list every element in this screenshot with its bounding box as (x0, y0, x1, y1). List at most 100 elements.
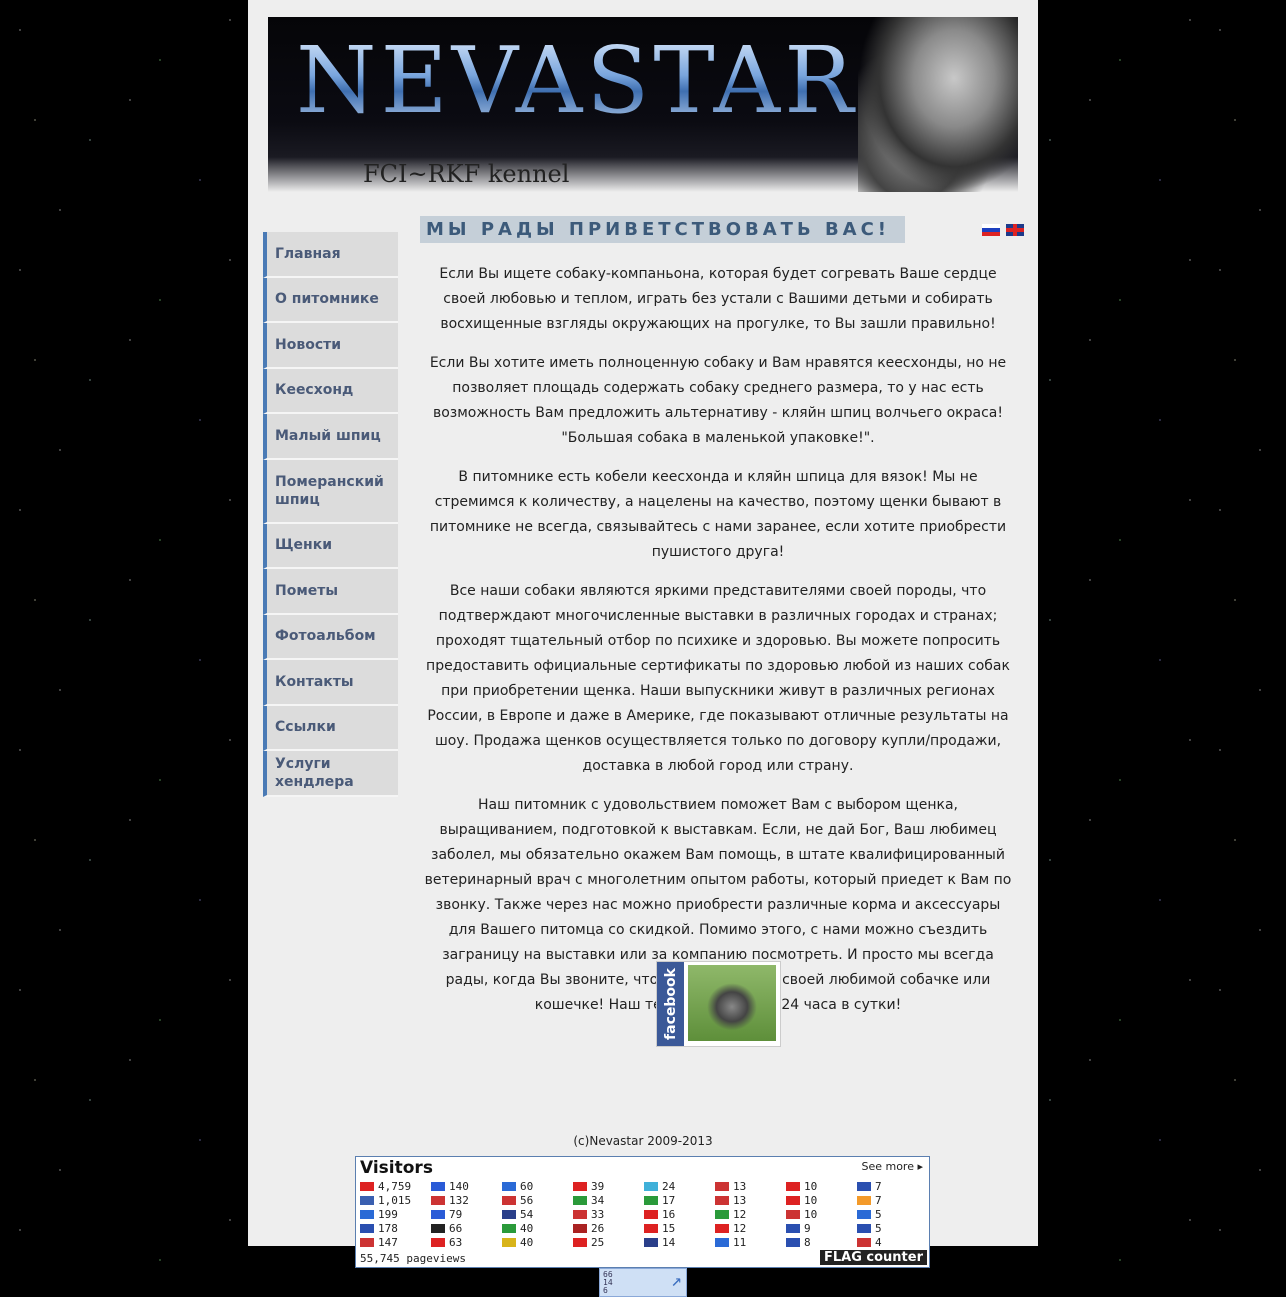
sidebar-item-links[interactable]: Ссылки (263, 705, 398, 751)
flag-counter-widget[interactable]: Visitors See more ▸ 4,759 140 60 39 24 13 10 7 1… (355, 1156, 930, 1268)
language-switcher (982, 224, 1024, 236)
counter-entry: 7 (857, 1179, 928, 1193)
sidebar-item-handler-services[interactable]: Услуги хендлера (263, 751, 398, 797)
counter-entry: 15 (644, 1221, 715, 1235)
main-content: Если Вы ищете собаку-компаньона, которая… (420, 262, 1016, 1032)
visitor-count: 66 (449, 1221, 463, 1235)
pageviews-count: 55,745 pageviews (360, 1252, 466, 1265)
country-flag-icon (502, 1209, 516, 1219)
facebook-badge[interactable]: facebook (656, 961, 781, 1047)
visitor-count: 5 (875, 1207, 882, 1221)
visitor-count: 12 (733, 1221, 747, 1235)
counter-entry: 40 (502, 1221, 573, 1235)
sidebar-item-photo-album[interactable]: Фотоальбом (263, 614, 398, 660)
visitor-count: 56 (520, 1193, 534, 1207)
country-flag-icon (644, 1181, 658, 1191)
see-more-link[interactable]: See more ▸ (861, 1160, 923, 1173)
country-flag-icon (502, 1223, 516, 1233)
country-flag-icon (573, 1237, 587, 1247)
country-flag-icon (360, 1237, 374, 1247)
country-flag-icon (715, 1209, 729, 1219)
country-flag-icon (715, 1223, 729, 1233)
counter-entry: 60 (502, 1179, 573, 1193)
counter-entry: 25 (573, 1235, 644, 1249)
counter-entry: 4,759 (360, 1179, 431, 1193)
counter-entry: 199 (360, 1207, 431, 1221)
sidebar-item-puppies[interactable]: Щенки (263, 523, 398, 569)
visitor-count: 147 (378, 1235, 398, 1249)
counter-entry: 63 (431, 1235, 502, 1249)
visitor-count: 79 (449, 1207, 463, 1221)
mini-counter-widget[interactable]: 66 14 6 ↗ (599, 1268, 687, 1297)
kennel-banner[interactable]: NEVASTAR FCI~RKF kennel (268, 17, 1018, 192)
country-flag-icon (431, 1237, 445, 1247)
country-flag-icon (644, 1237, 658, 1247)
visitor-count: 8 (804, 1235, 811, 1249)
counter-entry: 132 (431, 1193, 502, 1207)
visitor-count: 7 (875, 1179, 882, 1193)
paragraph-alternative: Если Вы хотите иметь полноценную собаку … (429, 355, 1007, 446)
country-flag-icon (431, 1209, 445, 1219)
counter-entry: 8 (786, 1235, 857, 1249)
visitor-count: 178 (378, 1221, 398, 1235)
counter-entry: 54 (502, 1207, 573, 1221)
visitor-count: 25 (591, 1235, 605, 1249)
country-flag-icon (431, 1223, 445, 1233)
sidebar-item-keeshond[interactable]: Кеесхонд (263, 368, 398, 414)
copyright: (c)Nevastar 2009-2013 (573, 1134, 713, 1148)
visitor-count: 14 (662, 1235, 676, 1249)
visitor-count: 10 (804, 1207, 818, 1221)
sidebar-item-pomeranian[interactable]: Померанский шпиц (263, 459, 398, 524)
counter-grid: 4,759 140 60 39 24 13 10 7 1,015 132 56 34 17 13 10 7 19… (360, 1179, 925, 1249)
country-flag-icon (573, 1195, 587, 1205)
country-flag-icon (360, 1209, 374, 1219)
sidebar-item-small-spitz[interactable]: Малый шпиц (263, 414, 398, 460)
sidebar-item-home[interactable]: Главная (263, 232, 398, 278)
flag-counter-logo: FLAG counter (819, 1250, 927, 1265)
counter-entry: 39 (573, 1179, 644, 1193)
welcome-heading: МЫ РАДЫ ПРИВЕТСТВОВАТЬ ВАС! (420, 216, 905, 243)
visitor-count: 40 (520, 1221, 534, 1235)
visitor-count: 40 (520, 1235, 534, 1249)
sidebar-item-about[interactable]: О питомнике (263, 277, 398, 323)
visitor-count: 11 (733, 1235, 747, 1249)
counter-entry: 24 (644, 1179, 715, 1193)
visitor-count: 4,759 (378, 1179, 412, 1193)
counter-entry: 10 (786, 1207, 857, 1221)
country-flag-icon (502, 1237, 516, 1247)
counter-entry: 13 (715, 1193, 786, 1207)
intro-paragraph: Если Вы ищете собаку-компаньона, которая… (439, 266, 997, 332)
sidebar-item-litters[interactable]: Пометы (263, 569, 398, 615)
visitor-count: 13 (733, 1179, 747, 1193)
counter-entry: 11 (715, 1235, 786, 1249)
counter-entry: 40 (502, 1235, 573, 1249)
counter-entry: 178 (360, 1221, 431, 1235)
country-flag-icon (360, 1223, 374, 1233)
arrow-icon: ↗ (671, 1270, 682, 1291)
counter-entry: 17 (644, 1193, 715, 1207)
counter-title: Visitors (360, 1158, 433, 1178)
counter-entry: 13 (715, 1179, 786, 1193)
counter-entry: 79 (431, 1207, 502, 1221)
country-flag-icon (857, 1195, 871, 1205)
country-flag-icon (857, 1181, 871, 1191)
counter-entry: 7 (857, 1193, 928, 1207)
english-flag-icon[interactable] (1006, 224, 1024, 236)
sidebar-item-contacts[interactable]: Контакты (263, 660, 398, 706)
counter-entry: 5 (857, 1207, 928, 1221)
counter-entry: 34 (573, 1193, 644, 1207)
country-flag-icon (857, 1209, 871, 1219)
banner-dogs-image (858, 17, 1018, 192)
visitor-count: 26 (591, 1221, 605, 1235)
visitor-count: 60 (520, 1179, 534, 1193)
visitor-count: 54 (520, 1207, 534, 1221)
sidebar-item-news[interactable]: Новости (263, 323, 398, 369)
banner-subtitle: FCI~RKF kennel (363, 160, 570, 188)
country-flag-icon (786, 1237, 800, 1247)
visitor-count: 10 (804, 1193, 818, 1207)
russian-flag-icon[interactable] (982, 224, 1000, 236)
visitor-count: 199 (378, 1207, 398, 1221)
visitor-count: 24 (662, 1179, 676, 1193)
counter-entry: 33 (573, 1207, 644, 1221)
country-flag-icon (786, 1223, 800, 1233)
